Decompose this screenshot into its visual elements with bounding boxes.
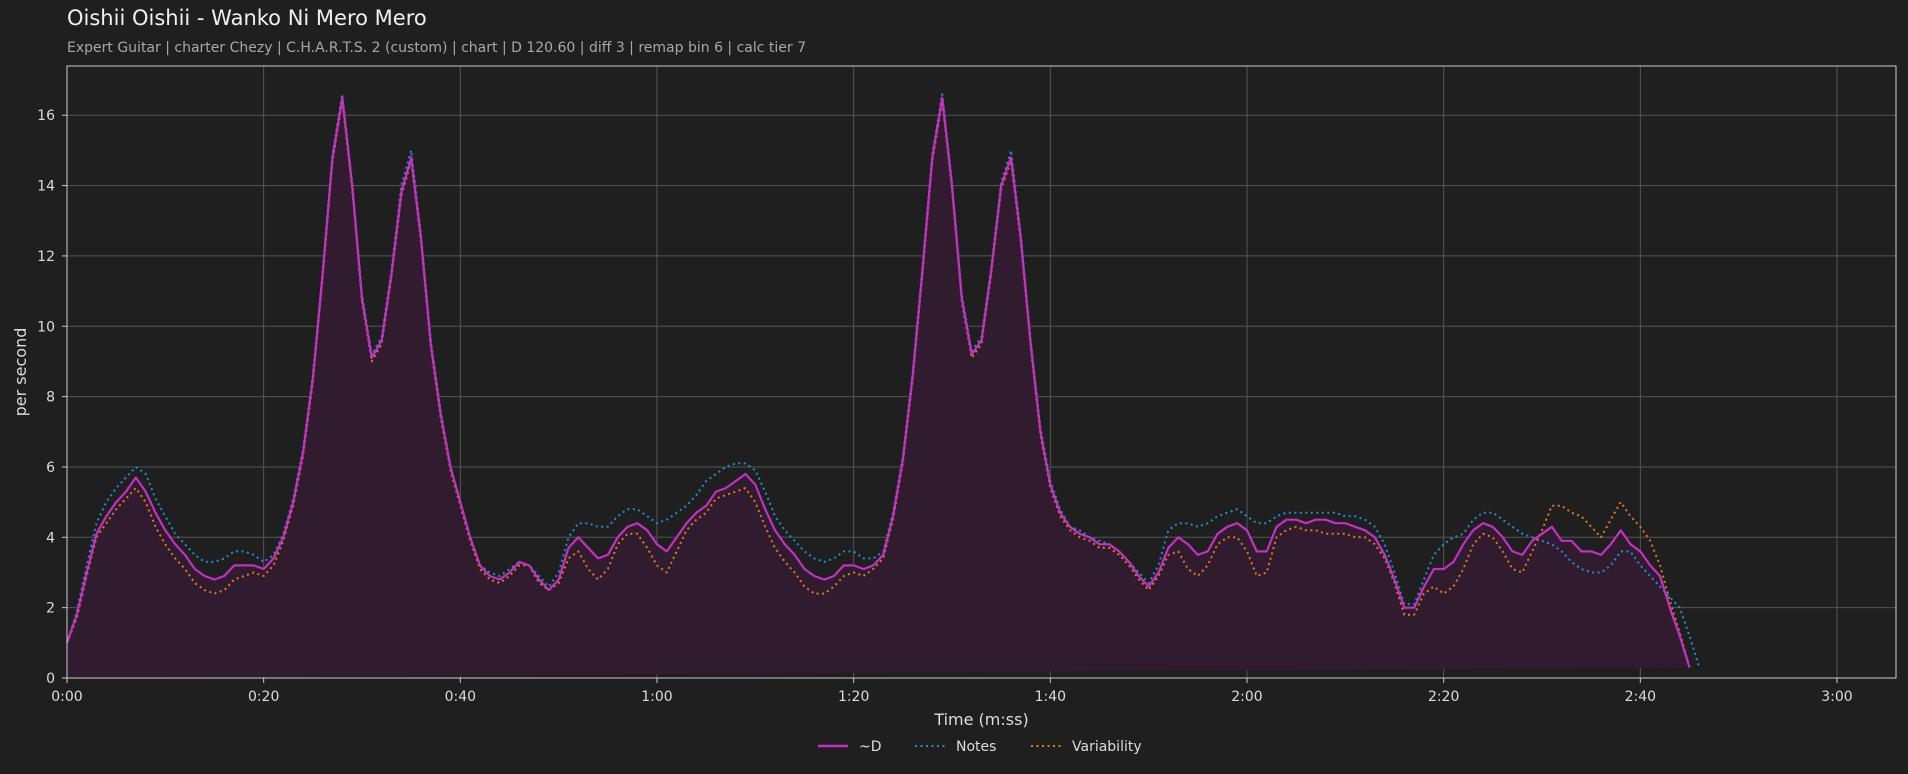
legend-label-1: Notes [956,739,996,755]
y-tick-label-6: 12 [37,249,55,265]
x-tick-label-9: 3:00 [1821,689,1852,705]
x-tick-label-1: 0:20 [248,689,279,705]
y-tick-label-8: 16 [37,108,55,124]
y-tick-label-2: 4 [46,530,55,546]
y-tick-label-1: 2 [46,601,55,617]
legend: ~D Notes Variability [818,739,1142,755]
y-tick-label-3: 6 [46,460,55,476]
x-tick-label-8: 2:40 [1625,689,1656,705]
x-tick-label-0: 0:00 [51,689,82,705]
legend-label-0: ~D [859,739,882,755]
x-tick-label-6: 2:00 [1231,689,1262,705]
x-tick-label-5: 1:40 [1035,689,1066,705]
x-tick-label-7: 2:20 [1428,689,1459,705]
x-tick-label-3: 1:00 [641,689,672,705]
y-axis-label: per second [11,328,30,417]
x-tick-label-4: 1:20 [838,689,869,705]
y-tick-label-7: 14 [37,179,55,195]
y-tick-label-4: 8 [46,390,55,406]
x-axis-label: Time (m:ss) [933,710,1028,729]
y-tick-label-5: 10 [37,319,55,335]
x-tick-label-2: 0:40 [445,689,476,705]
y-tick-label-0: 0 [46,671,55,687]
legend-label-2: Variability [1072,739,1142,755]
difficulty-chart: 0:00 0:20 0:40 1:00 1:20 1:40 2:00 2:20 2:40 3:00… [11,65,1897,755]
